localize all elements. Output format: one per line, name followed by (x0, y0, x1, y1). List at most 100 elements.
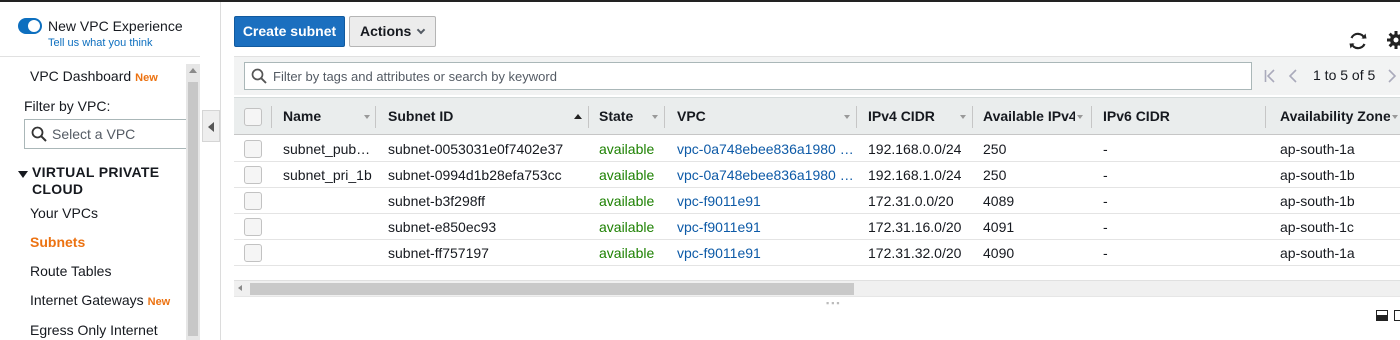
row-checkbox[interactable] (244, 192, 262, 210)
table-header: Name Subnet ID State VPC IPv4 CIDR Avail… (234, 97, 1400, 135)
table-row[interactable]: subnet_pri_1b subnet-0994d1b28efa753cc a… (234, 162, 1400, 188)
vpc-filter-select[interactable]: Select a VPC (24, 119, 187, 149)
cell-vpc-link[interactable]: vpc-f9011e91 (677, 214, 853, 240)
gear-icon[interactable] (1386, 30, 1400, 50)
sort-icon (844, 115, 850, 119)
caret-down-icon (18, 171, 28, 178)
horizontal-scrollbar[interactable] (234, 280, 1400, 296)
cell-available-ipv4: 4091 (983, 219, 1015, 235)
cell-vpc-link[interactable]: vpc-0a748ebee836a1980 … (677, 162, 853, 188)
panel-layout-icon[interactable] (1376, 310, 1388, 321)
sidebar-item-vpc-dashboard[interactable]: VPC Dashboard New (30, 68, 158, 84)
scrollbar-thumb[interactable] (188, 82, 198, 336)
sidebar-item-subnets[interactable]: Subnets (30, 234, 85, 250)
sort-icon (1392, 115, 1398, 119)
actions-label: Actions (360, 23, 412, 39)
cell-ipv6-cidr: - (1103, 245, 1108, 261)
select-all-checkbox[interactable] (244, 108, 262, 126)
sidebar: New VPC Experience Tell us what you thin… (0, 2, 200, 340)
sidebar-scrollbar[interactable] (186, 64, 200, 340)
cell-available-ipv4: 250 (983, 167, 1007, 183)
create-subnet-button[interactable]: Create subnet (234, 16, 345, 47)
cell-state: available (599, 141, 655, 157)
sidebar-border (220, 2, 221, 340)
cell-name: subnet_pub… (283, 141, 371, 157)
row-checkbox[interactable] (244, 218, 262, 236)
scroll-left-icon[interactable] (238, 285, 242, 291)
cell-subnet-id: subnet-0053031e0f7402e37 (388, 141, 564, 157)
sidebar-item-label: Subnets (30, 234, 86, 250)
column-header-name[interactable]: Name (283, 98, 373, 135)
refresh-icon[interactable] (1347, 30, 1369, 52)
toggle-knob (28, 20, 40, 32)
table-row[interactable]: subnet_pub… subnet-0053031e0f7402e37 ava… (234, 136, 1400, 162)
new-badge: New (147, 296, 171, 308)
first-page-icon[interactable] (1264, 69, 1276, 83)
scrollbar-thumb[interactable] (250, 283, 854, 295)
column-divider (972, 106, 973, 128)
cell-availability-zone: ap-south-1a (1280, 245, 1355, 261)
table-row[interactable]: subnet-ff757197 available vpc-f9011e91 1… (234, 240, 1400, 266)
table-row[interactable]: subnet-e850ec93 available vpc-f9011e91 1… (234, 214, 1400, 240)
cell-ipv4-cidr: 172.31.16.0/20 (868, 219, 962, 235)
column-header-state[interactable]: State (599, 98, 649, 135)
row-checkbox[interactable] (244, 166, 262, 184)
feedback-link[interactable]: Tell us what you think (48, 37, 153, 49)
cell-ipv6-cidr: - (1103, 193, 1108, 209)
collapse-icon (208, 122, 214, 132)
sidebar-item-your-vpcs[interactable]: Your VPCs (30, 205, 98, 221)
column-header-vpc[interactable]: VPC (677, 98, 777, 135)
section-title: VIRTUAL PRIVATE CLOUD (32, 164, 160, 197)
resize-handle[interactable]: ▪▪▪ (826, 298, 842, 308)
cell-availability-zone: ap-south-1c (1280, 219, 1354, 235)
cell-name: subnet_pri_1b (283, 167, 372, 183)
cell-subnet-id: subnet-e850ec93 (388, 219, 497, 235)
cell-vpc-link[interactable]: vpc-f9011e91 (677, 188, 853, 214)
cell-subnet-id: subnet-0994d1b28efa753cc (388, 167, 562, 183)
cell-name (283, 214, 375, 240)
cell-vpc-link[interactable]: vpc-f9011e91 (677, 240, 853, 266)
cell-state: available (599, 219, 655, 235)
cell-availability-zone: ap-south-1b (1280, 167, 1355, 183)
sidebar-item-egress-only-internet[interactable]: Egress Only Internet (30, 322, 158, 338)
column-header-ipv6-cidr[interactable]: IPv6 CIDR (1103, 98, 1253, 135)
experience-toggle[interactable] (18, 18, 42, 34)
table-row[interactable]: subnet-b3f298ff available vpc-f9011e91 1… (234, 188, 1400, 214)
cell-subnet-id: subnet-b3f298ff (388, 193, 486, 209)
cell-name (283, 240, 375, 266)
cell-ipv4-cidr: 172.31.0.0/20 (868, 193, 954, 209)
sidebar-item-internet-gateways[interactable]: Internet Gateways New (30, 292, 170, 308)
column-divider (664, 106, 665, 128)
sort-ascending-icon (574, 114, 582, 119)
next-page-icon[interactable] (1387, 69, 1397, 83)
sidebar-item-route-tables[interactable]: Route Tables (30, 263, 111, 279)
cell-available-ipv4: 250 (983, 141, 1007, 157)
sidebar-item-label: Egress Only Internet (30, 322, 158, 338)
actions-button[interactable]: Actions (349, 16, 436, 47)
search-input[interactable]: Filter by tags and attributes or search … (244, 62, 1252, 90)
row-checkbox[interactable] (244, 140, 262, 158)
column-divider (271, 106, 272, 128)
column-header-available-ipv4[interactable]: Available IPv4 (983, 98, 1075, 135)
cell-vpc-link[interactable]: vpc-0a748ebee836a1980 … (677, 136, 853, 162)
column-divider (1091, 106, 1092, 128)
cell-subnet-id: subnet-ff757197 (388, 245, 489, 261)
chevron-down-icon (416, 25, 426, 35)
filter-by-vpc-label: Filter by VPC: (24, 98, 111, 114)
column-header-availability-zone[interactable]: Availability Zone (1280, 98, 1390, 135)
section-virtual-private-cloud[interactable]: VIRTUAL PRIVATE CLOUD (18, 164, 188, 198)
column-header-ipv4-cidr[interactable]: IPv4 CIDR (868, 98, 958, 135)
pagination-text: 1 to 5 of 5 (1313, 67, 1376, 83)
column-header-subnet-id[interactable]: Subnet ID (388, 98, 568, 135)
cell-ipv6-cidr: - (1103, 141, 1108, 157)
cell-ipv6-cidr: - (1103, 167, 1108, 183)
scroll-up-icon[interactable] (189, 68, 197, 73)
sidebar-divider (0, 56, 200, 57)
row-checkbox[interactable] (244, 244, 262, 262)
new-badge: New (135, 72, 158, 84)
cell-availability-zone: ap-south-1b (1280, 193, 1355, 209)
prev-page-icon[interactable] (1288, 69, 1298, 83)
panel-split-icon[interactable] (1394, 310, 1400, 321)
panel-fill (1377, 315, 1387, 320)
collapse-sidebar-button[interactable] (202, 110, 220, 142)
